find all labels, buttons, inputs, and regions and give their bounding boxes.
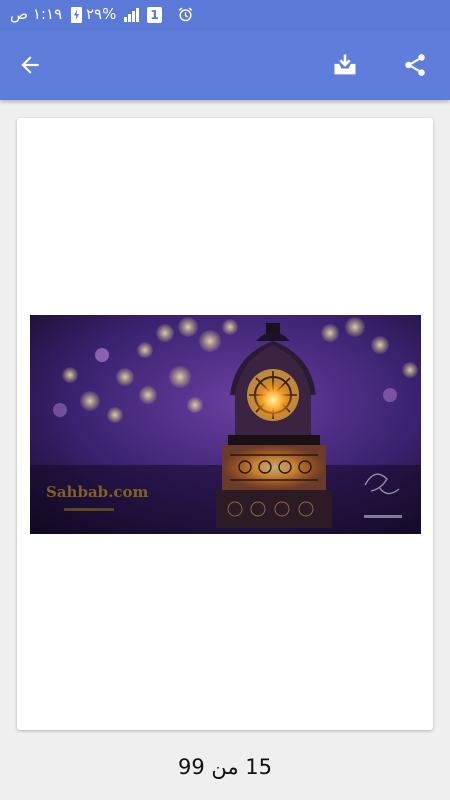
share-button[interactable] <box>398 48 432 82</box>
page-separator: من <box>211 755 239 779</box>
watermark-text: Sahbab.com <box>46 483 149 501</box>
battery-charging-icon <box>71 7 82 23</box>
sim-icon: 1 <box>147 7 162 23</box>
battery-percent: ٢٩% <box>86 5 117 23</box>
lantern-photo[interactable]: Sahbab.com <box>30 315 421 534</box>
page-counter: 15 من 99 <box>0 755 450 779</box>
back-arrow-icon <box>21 56 39 74</box>
back-button[interactable] <box>13 48 47 82</box>
download-button[interactable] <box>328 48 362 82</box>
status-bar: ١:١٩ ص ٢٩% 1 <box>0 0 450 30</box>
share-icon <box>405 54 425 76</box>
signal-icon <box>124 8 140 22</box>
download-icon <box>334 54 356 75</box>
app-bar <box>0 30 450 100</box>
lantern-illustration: Sahbab.com <box>30 315 421 534</box>
alarm-icon <box>178 7 193 22</box>
status-time: ١:١٩ ص <box>10 5 63 23</box>
page-total: 99 <box>177 755 205 779</box>
image-card: Sahbab.com <box>17 118 433 730</box>
page-current: 15 <box>245 755 273 779</box>
